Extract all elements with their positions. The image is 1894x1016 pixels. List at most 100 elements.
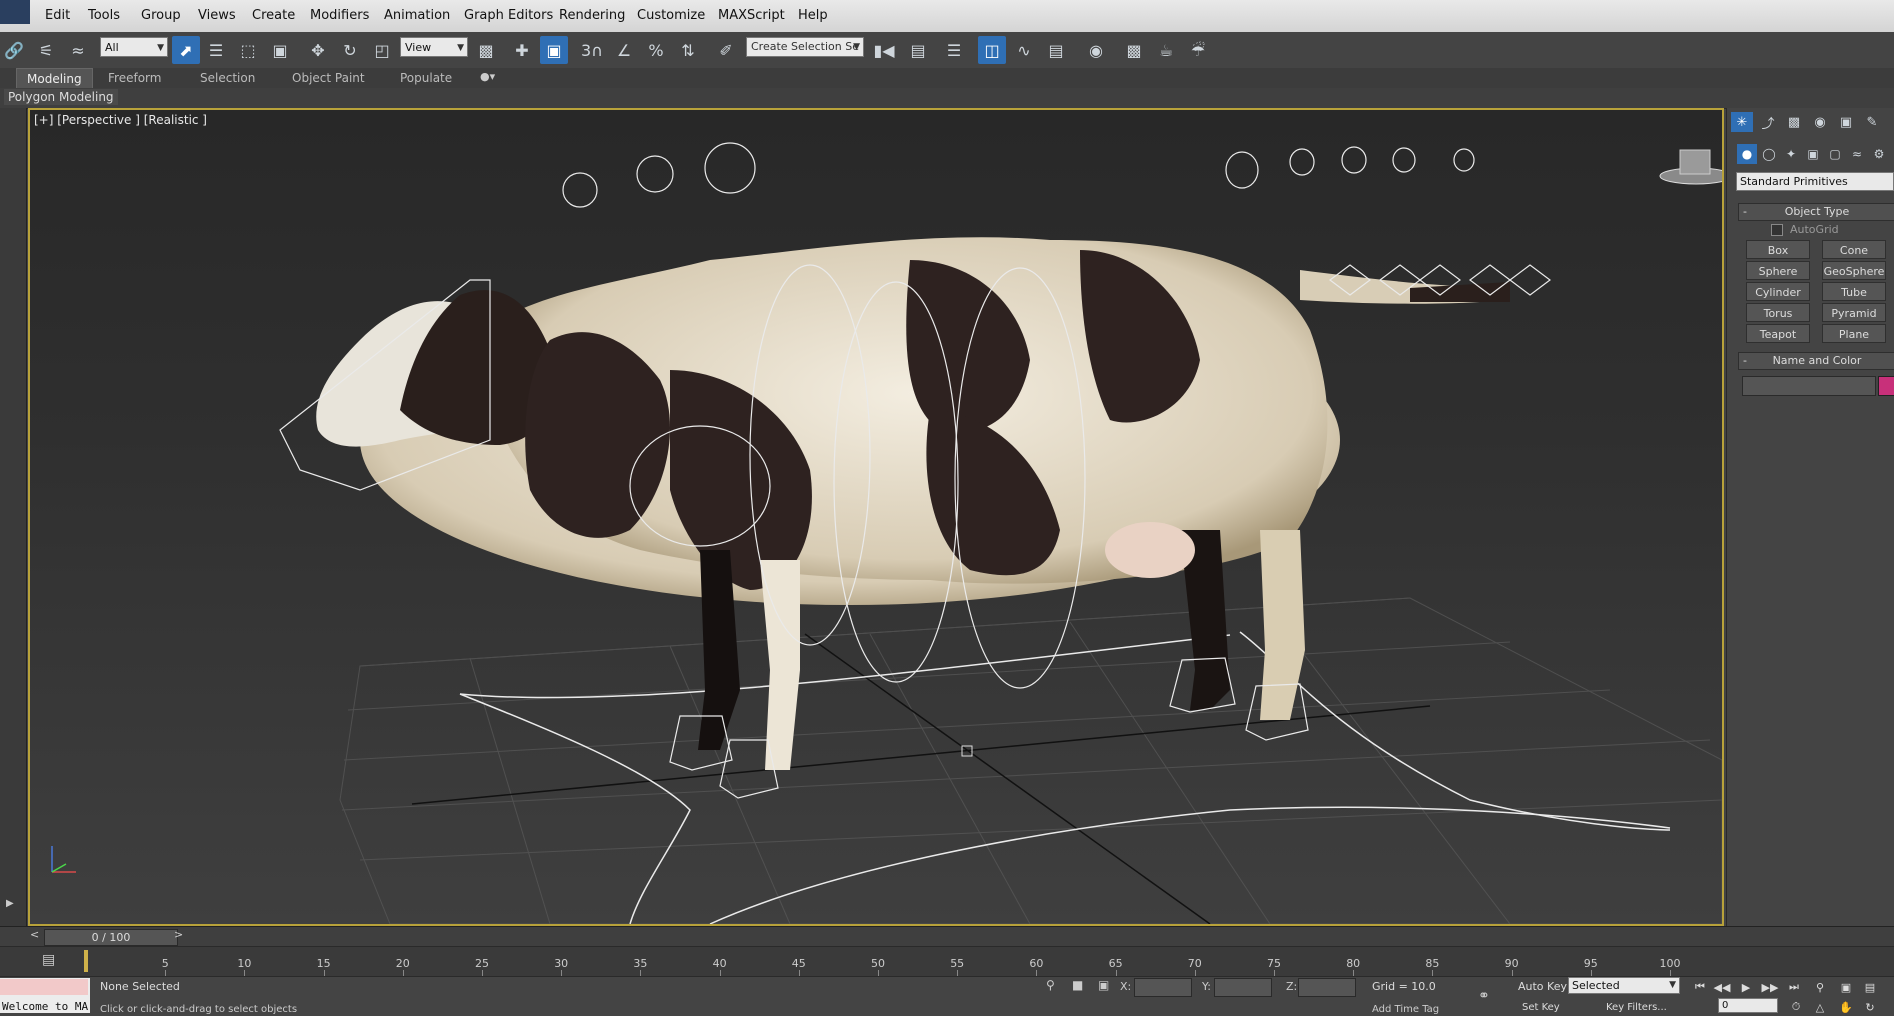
- menu-edit[interactable]: Edit: [45, 8, 70, 23]
- tab-freeform[interactable]: Freeform: [108, 71, 161, 85]
- category-dropdown[interactable]: Standard Primitives: [1736, 172, 1894, 191]
- teapot-button[interactable]: Teapot: [1746, 324, 1810, 343]
- key-mode-dropdown[interactable]: Selected ▼: [1568, 977, 1680, 994]
- tab-object-paint[interactable]: Object Paint: [292, 71, 365, 85]
- auto-key-button[interactable]: Auto Key: [1518, 980, 1567, 993]
- next-frame-icon[interactable]: ▶▶: [1760, 978, 1780, 996]
- utilities-tab-icon[interactable]: ✎: [1861, 112, 1883, 132]
- orbit-icon[interactable]: ↻: [1860, 998, 1880, 1016]
- select-by-name-icon[interactable]: ☰: [202, 36, 230, 64]
- tab-populate[interactable]: Populate: [400, 71, 452, 85]
- sphere-button[interactable]: Sphere: [1746, 261, 1810, 280]
- display-tab-icon[interactable]: ▣: [1835, 112, 1857, 132]
- curve-editor-icon[interactable]: ∿: [1010, 36, 1038, 64]
- absolute-mode-icon[interactable]: ▣: [1098, 978, 1109, 992]
- time-slider-next[interactable]: >: [174, 928, 183, 941]
- play-icon[interactable]: ▶: [1736, 978, 1756, 996]
- cameras-icon[interactable]: ▣: [1803, 144, 1823, 164]
- time-slider-thumb[interactable]: 0 / 100: [44, 929, 178, 946]
- go-to-start-icon[interactable]: ⏮: [1690, 978, 1710, 996]
- current-frame-field[interactable]: 0: [1718, 998, 1778, 1013]
- menu-modifiers[interactable]: Modifiers: [310, 8, 369, 23]
- viewport-label[interactable]: [+] [Perspective ] [Realistic ]: [34, 113, 207, 127]
- scene-explorer-icon[interactable]: ◫: [978, 36, 1006, 64]
- rotate-icon[interactable]: ↻: [336, 36, 364, 64]
- shapes-icon[interactable]: ◯: [1759, 144, 1779, 164]
- previous-frame-icon[interactable]: ◀◀: [1712, 978, 1732, 996]
- ribbon-panel-label[interactable]: Polygon Modeling: [4, 89, 118, 105]
- tube-button[interactable]: Tube: [1822, 282, 1886, 301]
- menu-graph-editors[interactable]: Graph Editors: [464, 8, 553, 23]
- systems-icon[interactable]: ⚙: [1869, 144, 1889, 164]
- move-icon[interactable]: ✥: [304, 36, 332, 64]
- hierarchy-tab-icon[interactable]: ▩: [1783, 112, 1805, 132]
- perspective-viewport[interactable]: [28, 108, 1724, 926]
- select-object-icon[interactable]: ⬈: [172, 36, 200, 64]
- zoom-all-icon[interactable]: ▣: [1836, 978, 1856, 996]
- align-icon[interactable]: ▤: [904, 36, 932, 64]
- snap-icon[interactable]: 3 ∩: [578, 36, 606, 64]
- schematic-view-icon[interactable]: ▤: [1042, 36, 1070, 64]
- pivot-icon[interactable]: ▩: [472, 36, 500, 64]
- autogrid-checkbox[interactable]: [1771, 224, 1783, 236]
- pyramid-button[interactable]: Pyramid: [1822, 303, 1886, 322]
- field-of-view-icon[interactable]: △: [1810, 998, 1830, 1016]
- unlink-icon[interactable]: ⚟: [32, 36, 60, 64]
- box-button[interactable]: Box: [1746, 240, 1810, 259]
- render-icon[interactable]: ☔: [1184, 36, 1212, 64]
- menu-tools[interactable]: Tools: [88, 8, 120, 23]
- isolate-selection-icon[interactable]: ⚲: [1046, 978, 1055, 992]
- expand-arrow-icon[interactable]: ▶: [6, 898, 14, 909]
- menu-customize[interactable]: Customize: [637, 8, 705, 23]
- material-editor-icon[interactable]: ◉: [1082, 36, 1110, 64]
- geometry-icon[interactable]: ●: [1737, 144, 1757, 164]
- menu-create[interactable]: Create: [252, 8, 295, 23]
- render-setup-icon[interactable]: ▩: [1120, 36, 1148, 64]
- ribbon-options-icon[interactable]: ●▾: [480, 70, 495, 83]
- z-coord-field[interactable]: [1298, 978, 1356, 997]
- space-warps-icon[interactable]: ≈: [1847, 144, 1867, 164]
- menu-rendering[interactable]: Rendering: [559, 8, 625, 23]
- go-to-end-icon[interactable]: ⏭: [1784, 978, 1804, 996]
- time-config-icon[interactable]: ⏱: [1786, 998, 1806, 1016]
- name-and-color-rollout[interactable]: - Name and Color: [1738, 352, 1894, 370]
- keyboard-shortcut-override-icon[interactable]: ▣: [540, 36, 568, 64]
- set-key-button[interactable]: Set Key: [1522, 1002, 1560, 1013]
- plane-button[interactable]: Plane: [1822, 324, 1886, 343]
- torus-button[interactable]: Torus: [1746, 303, 1810, 322]
- rect-selection-region-icon[interactable]: ⬚: [234, 36, 262, 64]
- named-selection-set-input[interactable]: Create Selection Se ▼: [746, 37, 864, 57]
- lock-selection-icon[interactable]: ■: [1072, 978, 1083, 992]
- menu-animation[interactable]: Animation: [384, 8, 450, 23]
- selection-filter-dropdown[interactable]: All ▼: [100, 37, 168, 57]
- key-filters-button[interactable]: Key Filters...: [1606, 1002, 1667, 1013]
- menu-group[interactable]: Group: [141, 8, 181, 23]
- zoom-extents-icon[interactable]: ▤: [1860, 978, 1880, 996]
- menu-help[interactable]: Help: [798, 8, 828, 23]
- modify-tab-icon[interactable]: ⤴: [1757, 112, 1779, 132]
- object-type-rollout[interactable]: - Object Type: [1738, 203, 1894, 221]
- mirror-icon[interactable]: ▮◀: [870, 36, 898, 64]
- link-icon[interactable]: 🔗: [0, 36, 28, 64]
- time-slider[interactable]: [0, 926, 1894, 947]
- x-coord-field[interactable]: [1134, 978, 1192, 997]
- create-tab-icon[interactable]: ✳: [1731, 112, 1753, 132]
- rendered-frame-window-icon[interactable]: ☕: [1152, 36, 1180, 64]
- cylinder-button[interactable]: Cylinder: [1746, 282, 1810, 301]
- geosphere-button[interactable]: GeoSphere: [1822, 261, 1886, 280]
- motion-tab-icon[interactable]: ◉: [1809, 112, 1831, 132]
- time-slider-prev[interactable]: <: [30, 928, 39, 941]
- add-time-tag[interactable]: Add Time Tag: [1372, 1004, 1439, 1015]
- scale-icon[interactable]: ◰: [368, 36, 396, 64]
- manipulate-icon[interactable]: ✚: [508, 36, 536, 64]
- object-name-input[interactable]: [1742, 376, 1876, 396]
- lights-icon[interactable]: ✦: [1781, 144, 1801, 164]
- pan-view-icon[interactable]: ✋: [1836, 998, 1856, 1016]
- menu-views[interactable]: Views: [198, 8, 236, 23]
- percent-snap-icon[interactable]: %: [642, 36, 670, 64]
- key-icon[interactable]: ⚭: [1478, 988, 1490, 1004]
- cone-button[interactable]: Cone: [1822, 240, 1886, 259]
- bind-space-warp-icon[interactable]: ≈: [64, 36, 92, 64]
- object-color-swatch[interactable]: [1878, 376, 1894, 396]
- y-coord-field[interactable]: [1214, 978, 1272, 997]
